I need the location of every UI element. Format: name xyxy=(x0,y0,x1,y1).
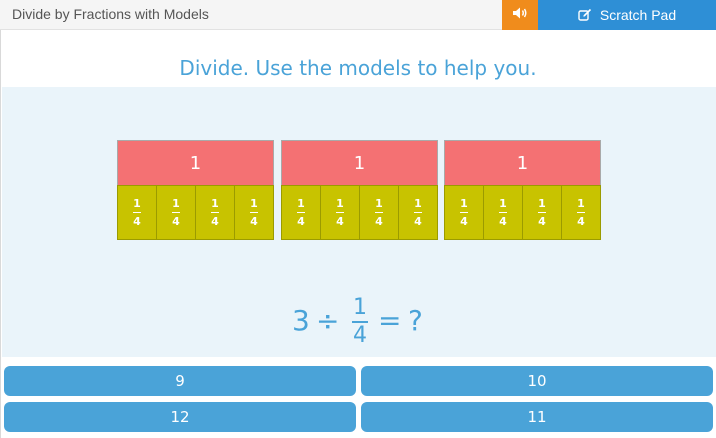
fraction-part: 14 xyxy=(522,185,562,240)
edit-icon xyxy=(578,8,592,22)
fraction-part: 14 xyxy=(359,185,399,240)
whole-bar: 1 xyxy=(281,140,438,186)
fraction-part: 14 xyxy=(234,185,274,240)
numerator: 1 xyxy=(353,295,367,320)
equals-sign: = xyxy=(378,304,402,337)
fraction-part: 14 xyxy=(195,185,235,240)
answer-option[interactable]: 10 xyxy=(361,366,713,396)
scratch-pad-button[interactable]: Scratch Pad xyxy=(538,0,716,30)
fraction-part: 14 xyxy=(398,185,438,240)
top-bar: Divide by Fractions with Models Scratch … xyxy=(0,0,716,30)
whole-bar: 1 xyxy=(117,140,274,186)
fraction-part: 14 xyxy=(320,185,360,240)
answer-option[interactable]: 11 xyxy=(361,402,713,432)
answer-option[interactable]: 12 xyxy=(4,402,356,432)
scratch-pad-label: Scratch Pad xyxy=(599,7,677,23)
fraction-parts: 14 14 14 14 xyxy=(281,185,438,240)
answer-option[interactable]: 9 xyxy=(4,366,356,396)
fraction-model: 1 14 14 14 14 xyxy=(281,140,438,240)
left-border xyxy=(0,30,1,438)
activity-title: Divide by Fractions with Models xyxy=(12,6,209,22)
fraction-part: 14 xyxy=(281,185,321,240)
fraction-part: 14 xyxy=(117,185,157,240)
speaker-icon xyxy=(512,6,528,25)
fraction-part: 14 xyxy=(156,185,196,240)
fraction-parts: 14 14 14 14 xyxy=(117,185,274,240)
sound-button[interactable] xyxy=(502,0,538,30)
division-sign: ÷ xyxy=(316,304,340,337)
fraction-model: 1 14 14 14 14 xyxy=(117,140,274,240)
fraction-part: 14 xyxy=(483,185,523,240)
unknown-mark: ? xyxy=(408,304,423,337)
whole-bar: 1 xyxy=(444,140,601,186)
fraction-part: 14 xyxy=(561,185,601,240)
dividend: 3 xyxy=(292,304,310,337)
fraction-parts: 14 14 14 14 xyxy=(444,185,601,240)
fraction-part: 14 xyxy=(444,185,484,240)
denominator: 4 xyxy=(353,323,367,348)
instruction-text: Divide. Use the models to help you. xyxy=(179,56,537,80)
division-equation: 3 ÷ 1 4 = ? xyxy=(290,296,440,356)
fraction-model: 1 14 14 14 14 xyxy=(444,140,601,240)
divisor-fraction: 1 4 xyxy=(350,296,370,348)
